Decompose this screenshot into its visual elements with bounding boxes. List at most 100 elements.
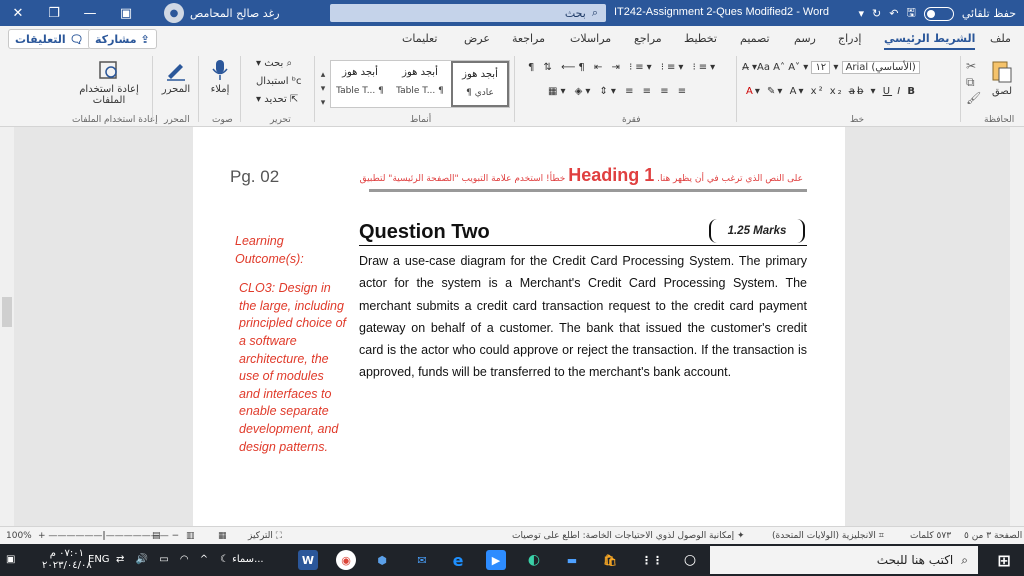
font-row-2[interactable]: A▾ ✎▾ A▾ x² x₂ a̶b̶ ▾ U I B [746, 86, 917, 97]
language-status[interactable]: الانجليزية (الولايات المتحدة) ⌗ [772, 531, 884, 541]
font-size-box[interactable]: ١٢ [811, 61, 831, 74]
moon-icon: ☾ [220, 554, 229, 565]
document-page[interactable]: Pg. 02 على النص الذي ترغب في أن يظهر هنا… [193, 127, 845, 526]
tab-insert[interactable]: إدراج [838, 32, 861, 45]
left-scrollbar[interactable] [0, 127, 14, 526]
document-title: IT242-Assignment 2-Ques Modified2 - Word [614, 6, 829, 18]
store-icon[interactable]: 🛍 [600, 550, 620, 570]
style-tile-table-1[interactable]: أبجد هوز Table T... ¶ [391, 61, 449, 107]
paragraph-row-2[interactable]: ▦▾ ◈▾ ⇕▾ ≡ ≡ ≡ ≡ [548, 86, 689, 97]
cortana-icon[interactable]: ○ [680, 550, 700, 570]
print-layout-icon[interactable]: ▥ [186, 531, 195, 541]
explorer-icon[interactable]: ▬ [562, 550, 582, 570]
style-tile-table-2[interactable]: أبجد هوز Table T... ¶ [331, 61, 389, 107]
header-error-text[interactable]: على النص الذي ترغب في أن يظهر هنا. Headi… [360, 165, 803, 186]
word-count[interactable]: ٥٧٣ كلمات [910, 531, 951, 541]
restore-icon[interactable]: ❐ [36, 0, 72, 26]
taskbar-search-input[interactable]: اكتب هنا للبحث ⌕ [710, 546, 978, 574]
comments-label: التعليقات [15, 32, 66, 46]
question-title[interactable]: Question Two [359, 221, 490, 244]
search-icon: ⌕ [591, 6, 598, 19]
zoom-level[interactable]: 100% [6, 531, 32, 541]
user-account[interactable]: ● رغد صالح المحامص [164, 3, 280, 23]
edge-icon[interactable]: ◐ [524, 550, 544, 570]
chrome-icon[interactable]: ◉ [336, 550, 356, 570]
microphone-icon [212, 60, 228, 80]
close-icon[interactable]: ✕ [0, 0, 36, 26]
format-painter-icon[interactable]: 🖌 [966, 91, 981, 105]
windows-start-icon[interactable]: ⊞ [994, 550, 1014, 570]
focus-button[interactable]: التركيز ⛶ [248, 531, 282, 541]
paste-button[interactable]: لصق [986, 58, 1018, 97]
app-cube-icon[interactable]: ⬢ [372, 550, 392, 570]
question-body[interactable]: Draw a use-case diagram for the Credit C… [359, 250, 807, 384]
style-tile-normal[interactable]: أبجد هوز ¶ عادي [451, 61, 509, 107]
editor-button[interactable]: المحرر [158, 58, 194, 95]
reuse-files-label: إعادة استخدام الملفات [79, 84, 139, 106]
tab-mailings[interactable]: مراسلات [570, 32, 611, 45]
minimize-icon[interactable]: — [72, 0, 108, 26]
redo-icon[interactable]: ↻ [872, 7, 881, 20]
paste-label: لصق [991, 86, 1013, 97]
page-info[interactable]: الصفحة ٣ من ٥ [964, 531, 1022, 541]
language-indicator[interactable]: ENG [88, 554, 110, 565]
tab-view[interactable]: عرض [464, 32, 490, 45]
paragraph-group-label: فقرة [622, 115, 641, 125]
tab-design[interactable]: تصميم [740, 32, 770, 45]
reuse-group-label: إعادة استخدام الملفات [72, 115, 158, 125]
paragraph-row-1[interactable]: ¶ ⇅ ⟵¶ ⇤ ⇥ ⁝≡▾ ⁝≡▾ ⁝≡▾ [528, 62, 718, 73]
save-icon[interactable]: 🖫 [906, 4, 915, 23]
font-row-1[interactable]: A̶ ▾Aa A˄ A˅ ▾ ١٢ ▾ Arial (الأساسي) [742, 61, 920, 74]
read-mode-icon[interactable]: ▦ [218, 531, 227, 541]
voice-group-label: صوت [212, 115, 233, 125]
tab-references[interactable]: مراجع [634, 32, 662, 45]
share-button[interactable]: مشاركة ⇪ [88, 29, 157, 49]
marks-box[interactable]: 1.25 Marks [709, 219, 805, 243]
styles-gallery: أبجد هوز Table T... ¶ أبجد هوز Table T..… [330, 60, 510, 108]
tab-file[interactable]: ملف [990, 32, 1011, 45]
zoom-app-icon[interactable]: ▶ [486, 550, 506, 570]
font-name-box[interactable]: Arial (الأساسي) [841, 61, 920, 74]
notifications-icon[interactable]: ▣ [6, 554, 15, 565]
select-button[interactable]: ▾ تحديد ⇱ [256, 94, 298, 105]
tab-review[interactable]: مراجعة [512, 32, 545, 45]
ribbon: إعادة استخدام الملفات إعادة استخدام المل… [0, 52, 1024, 127]
tab-home[interactable]: الشريط الرئيسي [884, 32, 976, 50]
replace-button[interactable]: استبدال ᵇc [256, 76, 301, 87]
title-bar: ✕ ❐ — ▣ ● رغد صالح المحامص بحث ⌕ IT242-A… [0, 0, 1024, 26]
dictate-label: إملاء [210, 84, 230, 95]
ribbon-display-icon[interactable]: ▣ [108, 0, 144, 26]
tab-help[interactable]: تعليمات [402, 32, 437, 45]
paste-icon [992, 61, 1012, 83]
autosave-toggle[interactable] [923, 6, 954, 21]
web-layout-icon[interactable]: ▤ [152, 531, 161, 541]
clipboard-tools[interactable]: ✂ ⧉ 🖌 [966, 58, 981, 106]
reuse-files-button[interactable]: إعادة استخدام الملفات [74, 58, 144, 106]
vertical-scrollbar[interactable] [1010, 127, 1024, 526]
clock[interactable]: ٠٧:٠١ م ٢٠٢٣/٠٤/٠٨ [42, 548, 92, 572]
copy-icon[interactable]: ⧉ [966, 75, 975, 89]
customize-qat-icon[interactable]: ▾ [859, 7, 865, 20]
cut-icon[interactable]: ✂ [966, 59, 976, 73]
header-rule [369, 189, 807, 192]
comments-button[interactable]: التعليقات 🗨 [8, 29, 91, 49]
accessibility-status[interactable]: إمكانية الوصول لذوي الاحتياجات الخاصة: ا… [512, 531, 745, 541]
avatar: ● [164, 3, 184, 23]
edge-legacy-icon[interactable]: e [448, 550, 468, 570]
tab-layout[interactable]: تخطيط [684, 32, 717, 45]
title-search-box[interactable]: بحث ⌕ [330, 4, 606, 22]
word-app-icon[interactable]: W [298, 550, 318, 570]
task-view-icon[interactable]: ⋮⋮ [641, 550, 663, 570]
reuse-files-icon [99, 61, 117, 79]
tab-draw[interactable]: رسم [794, 32, 816, 45]
styles-scroll[interactable]: ▴ ▾ ▾ [318, 68, 328, 110]
mail-icon[interactable]: ✉ [412, 550, 432, 570]
ribbon-tabs: التعليقات 🗨 مشاركة ⇪ تعليمات عرض مراجعة … [0, 26, 1024, 52]
find-button[interactable]: ▾ بحث ⌕ [256, 58, 292, 69]
learning-outcome-sidebar[interactable]: Learning Outcome(s): CLO3: Design in the… [235, 233, 347, 456]
system-tray-icons[interactable]: ⇄ 🔊 ▭ ◠ ^ [116, 554, 212, 565]
undo-icon[interactable]: ↶ [889, 7, 898, 20]
status-bar: 100% + ——————|——————— − ▤ ▥ ▦ التركيز ⛶ … [0, 526, 1024, 544]
dictate-button[interactable]: إملاء [204, 58, 236, 95]
weather-widget[interactable]: ☾ سماء... [220, 554, 264, 565]
